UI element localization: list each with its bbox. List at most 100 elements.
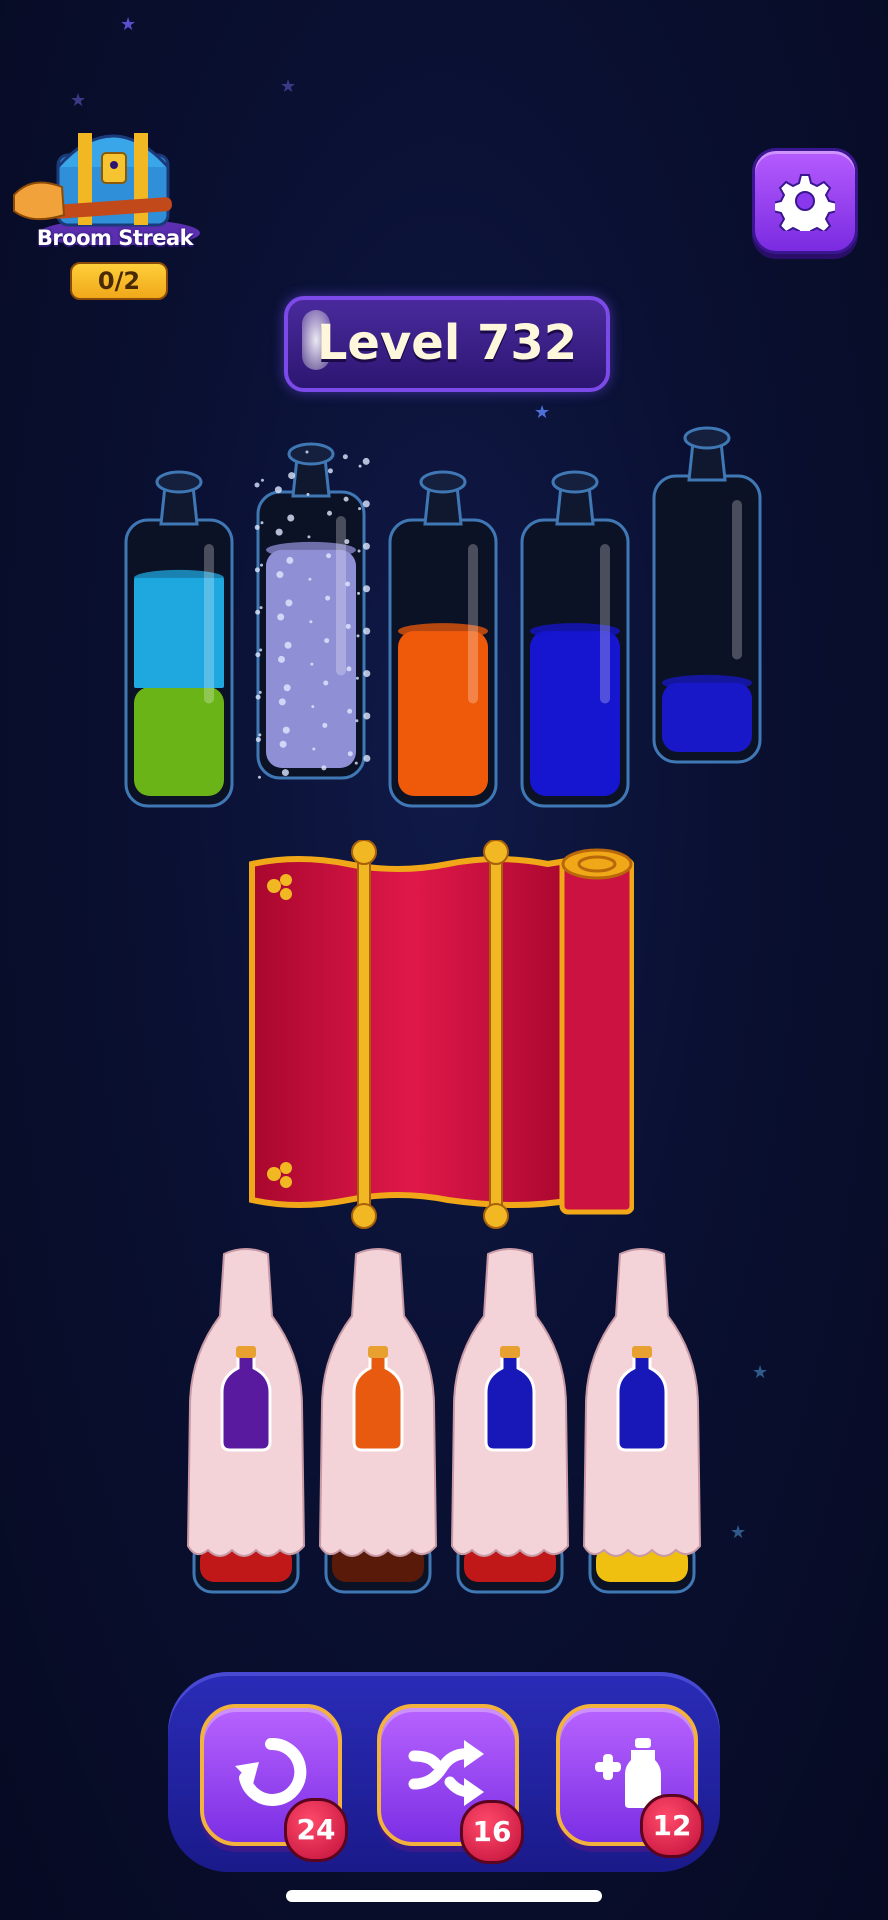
tube-4[interactable] <box>520 468 630 810</box>
sparkle-particle <box>321 765 327 771</box>
sparkle-particle <box>286 556 294 564</box>
sparkle-particle <box>323 680 329 686</box>
sparkle-particle <box>278 698 286 706</box>
glass-highlight <box>732 500 742 660</box>
tube-2[interactable] <box>254 440 371 782</box>
undo-count-badge: 24 <box>284 1798 348 1862</box>
sparkle-particle <box>310 662 314 666</box>
sparkle-particle <box>358 507 362 511</box>
sparkle-particle <box>258 690 262 694</box>
sparkle-particle <box>260 521 264 525</box>
sparkle-particle <box>255 694 261 700</box>
sparkle-particle <box>254 567 260 573</box>
broom-streak-label: Broom Streak <box>36 226 194 250</box>
sparkle-particle <box>287 514 295 522</box>
covered-bottle[interactable] <box>448 1246 572 1606</box>
tube-5[interactable] <box>652 424 762 766</box>
home-indicator[interactable] <box>286 1890 602 1902</box>
sparkle-particle <box>259 606 263 610</box>
sparkle-particle <box>279 740 287 748</box>
star-decoration: ★ <box>70 90 87 111</box>
star-decoration: ★ <box>752 1362 769 1383</box>
tube-lip <box>287 442 335 466</box>
sparkle-particle <box>285 599 293 607</box>
sparkle-particle <box>311 705 315 709</box>
shuffle-count-badge: 16 <box>460 1800 524 1864</box>
covered-bottle[interactable] <box>316 1246 440 1606</box>
liquid-surface <box>662 674 752 691</box>
sparkle-particle <box>347 708 353 714</box>
sparkle-particle <box>259 648 263 652</box>
sparkle-particle <box>358 464 362 468</box>
sparkle-particle <box>363 585 371 593</box>
sparkle-particle <box>324 638 330 644</box>
sparkle-particle <box>306 492 310 496</box>
sparkle-particle <box>288 472 296 480</box>
bottle-hint-cork <box>236 1346 256 1358</box>
tube-lip <box>419 470 467 494</box>
liquid-layer <box>134 686 224 796</box>
sparkle-particle <box>281 769 289 777</box>
sparkle-particle <box>308 577 312 581</box>
sparkle-particle <box>356 634 360 638</box>
covered-bottle[interactable] <box>580 1246 704 1606</box>
glass-highlight <box>468 544 478 704</box>
sparkle-particle <box>342 454 348 460</box>
star-decoration: ★ <box>534 402 551 423</box>
sparkle-particle <box>283 684 291 692</box>
sparkle-particle <box>277 655 285 663</box>
sparkle-particle <box>347 751 353 757</box>
shuffle-icon <box>408 1740 484 1806</box>
sparkle-particle <box>274 486 282 494</box>
sparkle-particle <box>255 609 261 615</box>
tube-lip <box>155 470 203 494</box>
sparkle-particle <box>357 591 361 595</box>
star-decoration: ★ <box>120 14 137 35</box>
tube-1[interactable] <box>124 468 234 810</box>
sparkle-particle <box>355 676 359 680</box>
glass-highlight <box>204 544 214 704</box>
sparkle-particle <box>345 581 351 587</box>
sparkle-particle <box>282 726 290 734</box>
sparkle-particle <box>305 450 309 454</box>
sparkle-particle <box>258 733 262 737</box>
sparkle-particle <box>363 712 371 720</box>
broom-streak-count: 0/2 <box>70 262 168 300</box>
sparkle-particle <box>325 595 331 601</box>
sparkle-particle <box>255 737 261 743</box>
bottle-hint-cork <box>500 1346 520 1358</box>
sparkle-particle <box>254 524 260 530</box>
glass-highlight <box>336 516 346 676</box>
glass-highlight <box>600 544 610 704</box>
settings-button[interactable] <box>752 148 858 254</box>
star-decoration: ★ <box>280 76 297 97</box>
add-bottle-count-badge: 12 <box>640 1794 704 1858</box>
sparkle-particle <box>257 775 261 779</box>
sparkle-particle <box>355 719 359 723</box>
sparkle-particle <box>254 482 260 488</box>
bottle-hint-cork <box>368 1346 388 1358</box>
star-decoration: ★ <box>730 1522 747 1543</box>
tube-lip <box>683 426 731 450</box>
sparkle-particle <box>309 620 313 624</box>
sparkle-particle <box>284 641 292 649</box>
sparkle-particle <box>344 539 350 545</box>
sparkle-particle <box>307 535 311 539</box>
sparkle-particle <box>354 761 358 765</box>
tube-3[interactable] <box>388 468 498 810</box>
sparkle-particle <box>363 670 371 678</box>
level-title: Level 732 <box>316 315 578 371</box>
sparkle-particle <box>277 613 285 621</box>
sparkle-particle <box>362 457 370 465</box>
sparkle-particle <box>362 542 370 550</box>
sparkle-particle <box>346 666 352 672</box>
sparkle-particle <box>362 500 370 508</box>
covered-bottle[interactable] <box>184 1246 308 1606</box>
sparkle-particle <box>327 510 333 516</box>
sparkle-particle <box>343 496 349 502</box>
bottle-hint-cork <box>632 1346 652 1358</box>
sparkle-particle <box>255 652 261 658</box>
sparkle-particle <box>260 563 264 567</box>
sparkle-particle <box>260 478 264 482</box>
sparkle-particle <box>363 627 371 635</box>
